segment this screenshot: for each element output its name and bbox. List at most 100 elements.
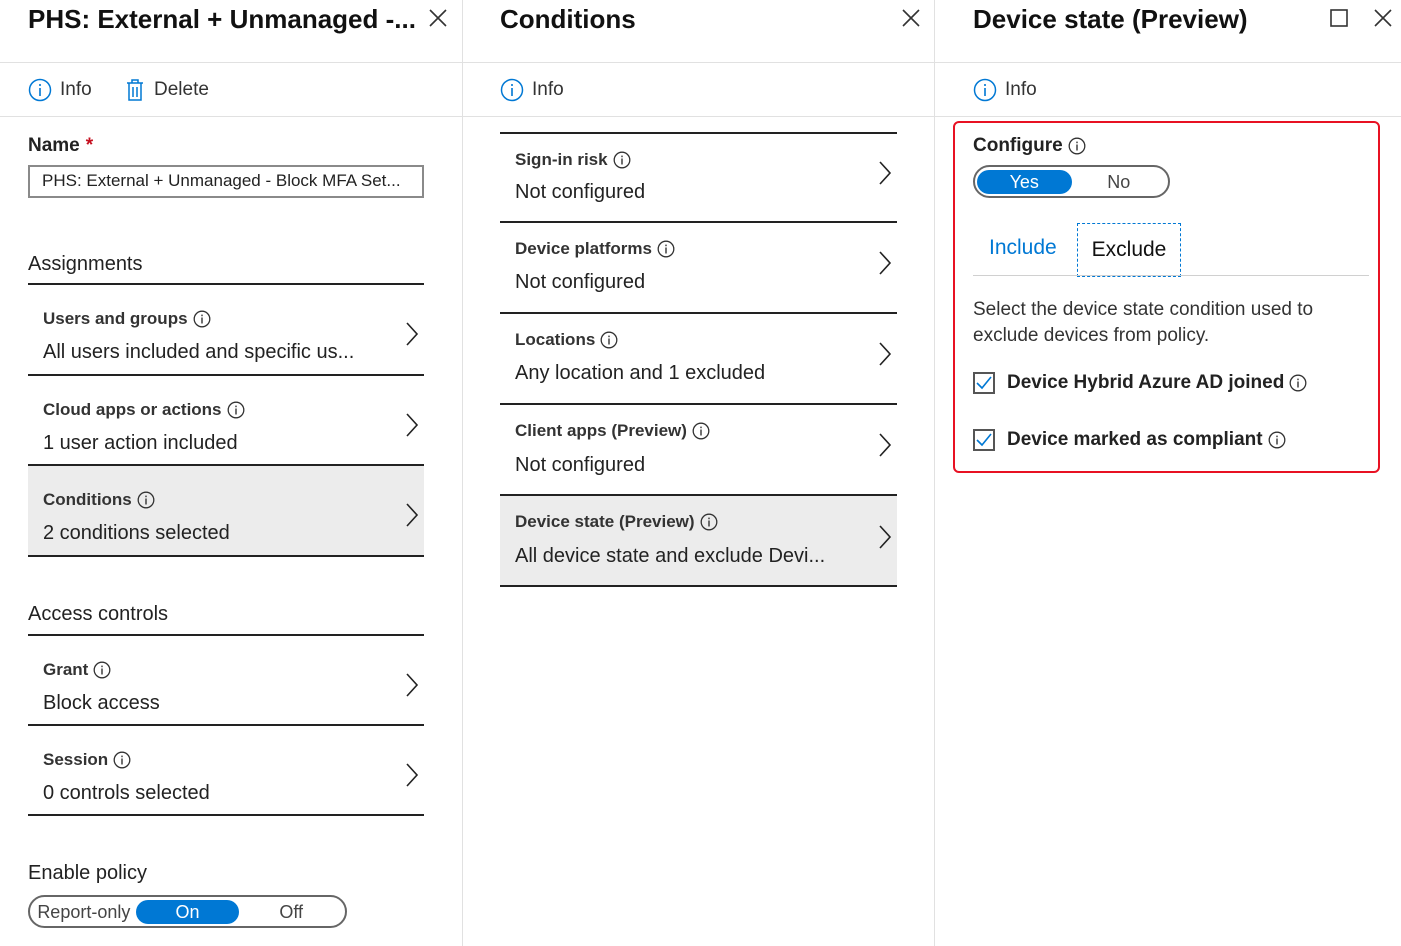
info-label: Info — [1005, 79, 1037, 100]
enable-policy-toggle: Report-only On Off — [28, 895, 347, 928]
info-icon — [973, 78, 997, 102]
nav-name: Sign-in risk — [515, 150, 631, 170]
nav-value: All users included and specific us... — [43, 341, 355, 363]
info-icon — [500, 78, 524, 102]
chevron-right-icon — [404, 412, 420, 438]
access-controls-title: Access controls — [28, 603, 169, 625]
nav-sign-in-risk[interactable]: Sign-in risk Not configured — [500, 134, 897, 223]
info-icon[interactable] — [93, 661, 111, 679]
info-icon[interactable] — [613, 151, 631, 169]
device-state-blade: Device state (Preview) Info Configure Ye… — [935, 0, 1401, 946]
close-icon[interactable] — [901, 6, 923, 32]
info-icon[interactable] — [1289, 374, 1307, 392]
blade-header: Conditions — [463, 0, 934, 63]
toolbar: Info — [935, 62, 1401, 117]
nav-value: 0 controls selected — [43, 782, 210, 804]
info-button[interactable]: Info — [28, 77, 92, 103]
trash-icon — [124, 78, 146, 102]
toolbar: Info Delete — [0, 62, 462, 117]
nav-cloud-apps[interactable]: Cloud apps or actions 1 user action incl… — [28, 376, 424, 466]
nav-conditions[interactable]: Conditions 2 conditions selected — [28, 466, 424, 557]
checkbox-hybrid-joined-row: Device Hybrid Azure AD joined — [973, 372, 1307, 394]
nav-name: Device state (Preview) — [515, 512, 718, 532]
blade-title: PHS: External + Unmanaged -... — [28, 4, 416, 34]
chevron-right-icon — [404, 321, 420, 347]
info-button[interactable]: Info — [973, 77, 1037, 103]
info-icon[interactable] — [692, 422, 710, 440]
configure-toggle: Yes No — [973, 165, 1170, 198]
name-input[interactable]: PHS: External + Unmanaged - Block MFA Se… — [28, 165, 424, 198]
checkbox-label: Device Hybrid Azure AD joined — [1007, 372, 1285, 393]
nav-value: 1 user action included — [43, 432, 238, 454]
nav-name: Conditions — [43, 490, 155, 510]
chevron-right-icon — [404, 502, 420, 528]
info-icon[interactable] — [1068, 137, 1086, 155]
checkbox-hybrid-joined[interactable] — [973, 372, 995, 394]
nav-locations[interactable]: Locations Any location and 1 excluded — [500, 314, 897, 405]
toggle-option-no[interactable]: No — [1072, 170, 1167, 194]
close-icon[interactable] — [1373, 6, 1395, 32]
toggle-option-yes[interactable]: Yes — [977, 169, 1072, 194]
nav-name: Client apps (Preview) — [515, 421, 710, 441]
nav-value: Not configured — [515, 181, 646, 203]
nav-users-and-groups[interactable]: Users and groups All users included and … — [28, 285, 424, 376]
blade-title: Conditions — [500, 4, 636, 34]
blade-header: Device state (Preview) — [935, 0, 1401, 63]
tab-include[interactable]: Include — [973, 224, 1073, 276]
info-icon[interactable] — [227, 401, 245, 419]
chevron-right-icon — [877, 250, 893, 276]
toggle-option-on[interactable]: On — [135, 899, 240, 924]
nav-value: All device state and exclude Devi... — [515, 545, 826, 567]
close-icon[interactable] — [428, 6, 450, 32]
info-icon[interactable] — [193, 310, 211, 328]
nav-value: Not configured — [515, 271, 646, 293]
nav-session[interactable]: Session 0 controls selected — [28, 726, 424, 816]
toolbar: Info — [463, 62, 934, 117]
chevron-right-icon — [877, 432, 893, 458]
configure-label: Configure — [973, 135, 1086, 157]
info-label: Info — [60, 79, 92, 100]
info-button[interactable]: Info — [500, 77, 564, 103]
nav-name: Session — [43, 750, 131, 770]
toggle-option-report-only[interactable]: Report-only — [32, 900, 136, 924]
tab-exclude[interactable]: Exclude — [1077, 223, 1181, 277]
checkbox-label: Device marked as compliant — [1007, 429, 1263, 450]
policy-blade: PHS: External + Unmanaged -... Info Dele… — [0, 0, 463, 946]
info-icon[interactable] — [657, 240, 675, 258]
chevron-right-icon — [877, 160, 893, 186]
tab-divider — [973, 275, 1369, 276]
nav-device-state[interactable]: Device state (Preview) All device state … — [500, 496, 897, 587]
info-label: Info — [532, 79, 564, 100]
description-text: Select the device state condition used t… — [973, 299, 1314, 346]
checkbox-compliant-row: Device marked as compliant — [973, 429, 1286, 451]
nav-name: Cloud apps or actions — [43, 400, 245, 420]
assignments-title: Assignments — [28, 253, 143, 275]
conditions-blade: Conditions Info Sign-in risk Not configu… — [463, 0, 935, 946]
chevron-right-icon — [404, 672, 420, 698]
chevron-right-icon — [877, 524, 893, 550]
nav-name: Locations — [515, 330, 618, 350]
blade-title: Device state (Preview) — [973, 4, 1248, 34]
nav-name: Users and groups — [43, 309, 211, 329]
nav-name: Grant — [43, 660, 111, 680]
info-icon[interactable] — [137, 491, 155, 509]
nav-grant[interactable]: Grant Block access — [28, 636, 424, 726]
chevron-right-icon — [404, 762, 420, 788]
info-icon[interactable] — [600, 331, 618, 349]
nav-value: Not configured — [515, 454, 646, 476]
info-icon[interactable] — [1268, 431, 1286, 449]
name-label: Name * — [28, 135, 94, 156]
nav-client-apps[interactable]: Client apps (Preview) Not configured — [500, 405, 897, 496]
nav-value: 2 conditions selected — [43, 522, 230, 544]
maximize-icon[interactable] — [1329, 8, 1349, 28]
info-icon[interactable] — [700, 513, 718, 531]
info-icon[interactable] — [113, 751, 131, 769]
blade-header: PHS: External + Unmanaged -... — [0, 0, 462, 63]
nav-value: Block access — [43, 692, 160, 714]
toggle-option-off[interactable]: Off — [239, 900, 343, 924]
delete-button[interactable]: Delete — [124, 77, 209, 103]
info-icon — [28, 78, 52, 102]
checkbox-compliant[interactable] — [973, 429, 995, 451]
nav-device-platforms[interactable]: Device platforms Not configured — [500, 223, 897, 314]
enable-policy-title: Enable policy — [28, 862, 147, 884]
